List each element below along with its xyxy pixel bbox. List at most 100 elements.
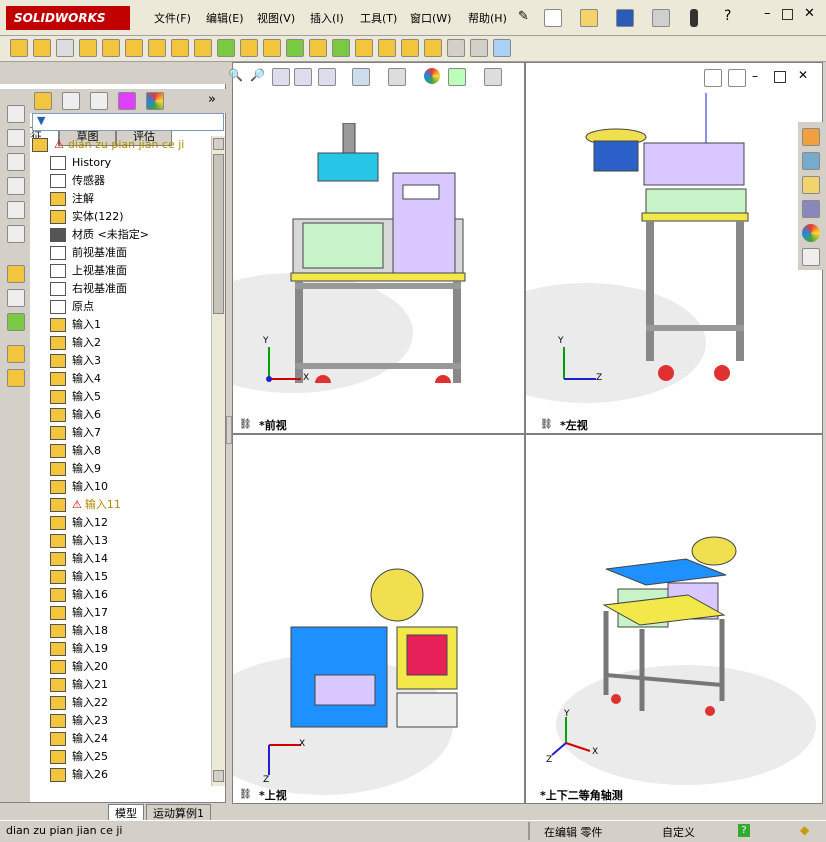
apply-scene-icon[interactable] [448,68,466,86]
viewport-minimize-icon[interactable]: – [752,69,758,83]
scroll-up-icon[interactable] [213,138,224,150]
view-palette-icon[interactable] [802,200,820,218]
viewport-close-icon[interactable]: ✕ [798,68,808,82]
tree-item[interactable]: 上视基准面 [50,262,127,280]
view-back-icon[interactable] [7,129,25,147]
tree-item[interactable]: 输入17 [50,604,108,622]
rib-icon[interactable] [309,39,327,57]
viewport-left[interactable]: Y Z ⛓ *左视 [525,62,823,434]
draft-icon[interactable] [332,39,350,57]
extruded-cut-icon[interactable] [125,39,143,57]
menu-edit[interactable]: 编辑(E) [202,10,248,26]
dome-icon[interactable] [401,39,419,57]
curves-icon[interactable] [470,39,488,57]
view-left-icon[interactable] [7,153,25,171]
tree-item[interactable]: 输入22 [50,694,108,712]
scroll-down-icon[interactable] [213,770,224,782]
pin-icon[interactable]: ✎ [518,9,529,24]
hide-show-items-icon[interactable] [388,68,406,86]
copy-feature-icon[interactable] [7,345,25,363]
tree-item[interactable]: History [50,154,111,172]
menu-help[interactable]: 帮助(H) [464,10,511,26]
lofted-cut-icon[interactable] [217,39,235,57]
tree-item[interactable]: 输入1 [50,316,101,334]
link-views-icon[interactable] [704,69,722,87]
close-icon[interactable]: ✕ [804,6,815,21]
boundary-cut-icon[interactable] [240,39,258,57]
tree-item[interactable]: 实体(122) [50,208,124,226]
rebuild-traffic-light-icon[interactable] [690,9,698,27]
view-front-icon[interactable] [7,105,25,123]
menu-file[interactable]: 文件(F) [150,10,195,26]
view-settings-icon[interactable] [484,68,502,86]
smart-dimension-icon[interactable] [7,289,25,307]
move-body-icon[interactable] [7,369,25,387]
tree-scrollbar[interactable] [211,136,225,786]
solidworks-logo[interactable]: SOLIDWORKS [6,6,130,30]
tree-item[interactable]: 前视基准面 [50,244,127,262]
print-icon[interactable] [652,9,670,27]
tree-item[interactable]: 输入21 [50,676,108,694]
viewport-isometric[interactable]: Y X Z *上下二等角轴测 [525,434,823,804]
new-document-icon[interactable] [544,9,562,27]
viewport-top[interactable]: X Z ⛓ *上视 [232,434,525,804]
custom-properties-icon[interactable] [802,248,820,266]
tree-item[interactable]: 原点 [50,298,94,316]
help-icon[interactable]: ? [724,8,731,24]
tree-item[interactable]: 输入19 [50,640,108,658]
menu-tools[interactable]: 工具(T) [356,10,401,26]
dimxpert-icon[interactable] [118,92,136,110]
expand-arrows-icon[interactable]: » [208,92,216,107]
extruded-boss-icon[interactable] [10,39,28,57]
revolved-boss-icon[interactable] [33,39,51,57]
tree-item[interactable]: 输入13 [50,532,108,550]
tree-item[interactable]: 输入20 [50,658,108,676]
tree-item[interactable]: 输入26 [50,766,108,784]
view-bottom-icon[interactable] [7,225,25,243]
save-icon[interactable] [616,9,634,27]
tree-item[interactable]: 输入18 [50,622,108,640]
feature-tree-icon[interactable] [34,92,52,110]
view-right-icon[interactable] [7,177,25,195]
menu-window[interactable]: 窗口(W) [406,10,455,26]
resources-icon[interactable] [802,128,820,146]
status-help-icon[interactable]: ? [738,824,750,837]
tree-item[interactable]: 输入16 [50,586,108,604]
scroll-thumb[interactable] [213,154,224,314]
zoom-to-area-icon[interactable]: 🔎 [250,68,265,82]
swept-cut-icon[interactable] [194,39,212,57]
restore-icon[interactable] [782,9,793,20]
wrap-icon[interactable] [378,39,396,57]
tree-item[interactable]: 输入3 [50,352,101,370]
view-orientation-icon[interactable] [318,68,336,86]
tree-item[interactable]: 输入15 [50,568,108,586]
status-units[interactable]: 自定义 [662,824,695,840]
tree-item[interactable]: 输入6 [50,406,101,424]
viewport-restore-icon[interactable] [774,71,786,83]
open-folder-icon[interactable] [580,9,598,27]
sketch-icon[interactable] [7,265,25,283]
tree-item[interactable]: 输入4 [50,370,101,388]
file-explorer-icon[interactable] [802,176,820,194]
mirror-icon[interactable] [424,39,442,57]
tree-item[interactable]: 输入10 [50,478,108,496]
tree-item[interactable]: 注解 [50,190,94,208]
linear-pattern-icon[interactable] [286,39,304,57]
tree-item[interactable]: 输入23 [50,712,108,730]
tree-item[interactable]: 输入5 [50,388,101,406]
swept-boss-icon[interactable] [56,39,74,57]
design-library-icon[interactable] [802,152,820,170]
section-view-icon[interactable] [294,68,312,86]
tree-item[interactable]: 输入25 [50,748,108,766]
previous-view-icon[interactable] [272,68,290,86]
tree-item[interactable]: 输入7 [50,424,101,442]
display-style-icon[interactable] [352,68,370,86]
display-manager-icon[interactable] [146,92,164,110]
revolved-cut-icon[interactable] [171,39,189,57]
zoom-to-fit-icon[interactable]: 🔍 [228,68,243,82]
appearances-icon[interactable] [802,224,820,242]
edit-appearance-icon[interactable] [424,68,440,84]
tree-item[interactable]: 输入8 [50,442,101,460]
tree-item[interactable]: 右视基准面 [50,280,127,298]
tree-root[interactable]: ⚠ dian zu pian jian ce ji [32,136,184,154]
